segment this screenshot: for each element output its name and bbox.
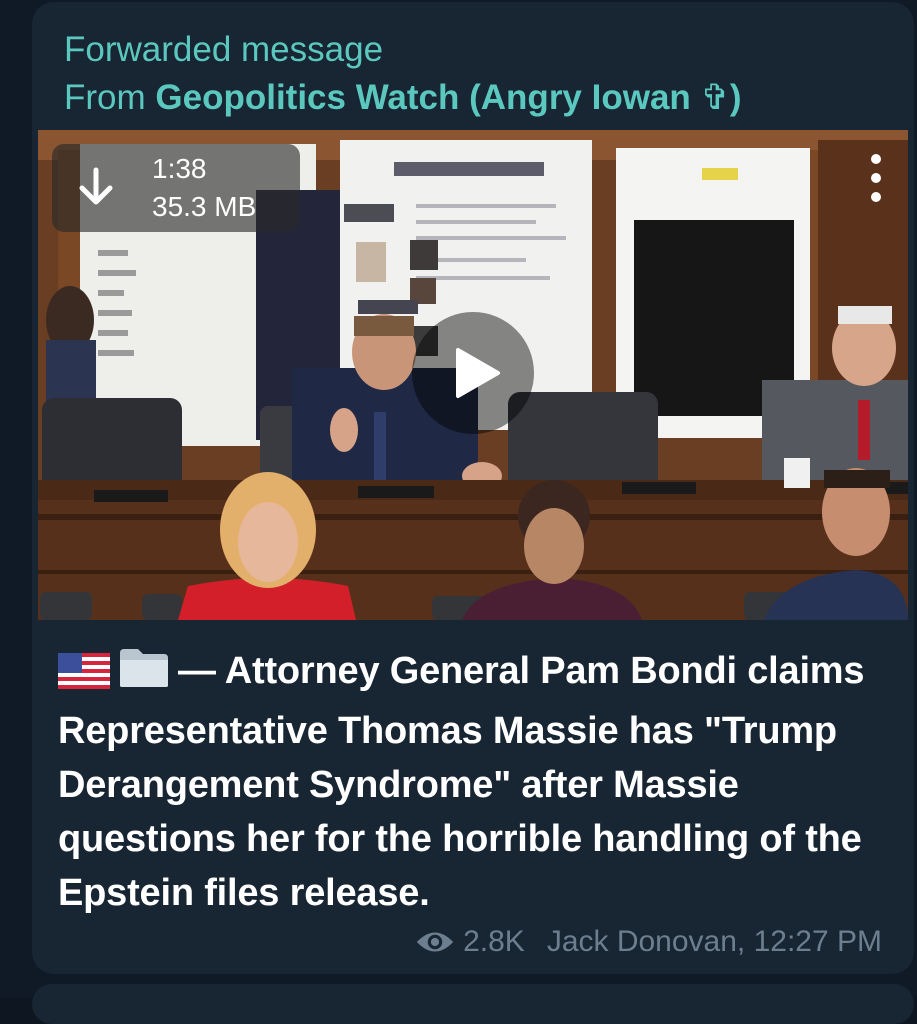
next-message-bubble[interactable] [32,984,914,1024]
forward-from-prefix: From [64,78,156,117]
video-file-size: 35.3 MB [152,191,257,222]
more-vert-icon[interactable] [864,152,888,204]
message-text: — Attorney General Pam Bondi claims Repr… [58,650,865,914]
message-bubble[interactable]: Forwarded message From Geopolitics Watch… [32,2,914,974]
message-meta: 2.8K Jack Donovan, 12:27 PM [415,922,882,962]
video-duration: 1:38 [152,153,207,184]
forward-channel-name[interactable]: Geopolitics Watch (Angry Iowan ✞) [155,78,741,117]
play-icon [456,348,500,398]
forward-header[interactable]: Forwarded message From Geopolitics Watch… [64,26,742,122]
download-badge[interactable]: 1:38 35.3 MB [52,144,300,232]
message-text-block: — Attorney General Pam Bondi claims Repr… [58,644,878,920]
video-thumbnail[interactable]: 1:38 35.3 MB [38,130,908,620]
download-arrow-icon[interactable] [74,164,118,212]
eye-icon [416,932,454,952]
folder-emoji [118,645,170,704]
author-timestamp: Jack Donovan, 12:27 PM [546,925,882,958]
view-count: 2.8K [463,925,525,958]
forwarded-label: Forwarded message [64,30,384,69]
us-flag-emoji [58,650,110,704]
play-button[interactable] [412,312,534,434]
forward-source[interactable]: From Geopolitics Watch (Angry Iowan ✞) [64,74,742,122]
